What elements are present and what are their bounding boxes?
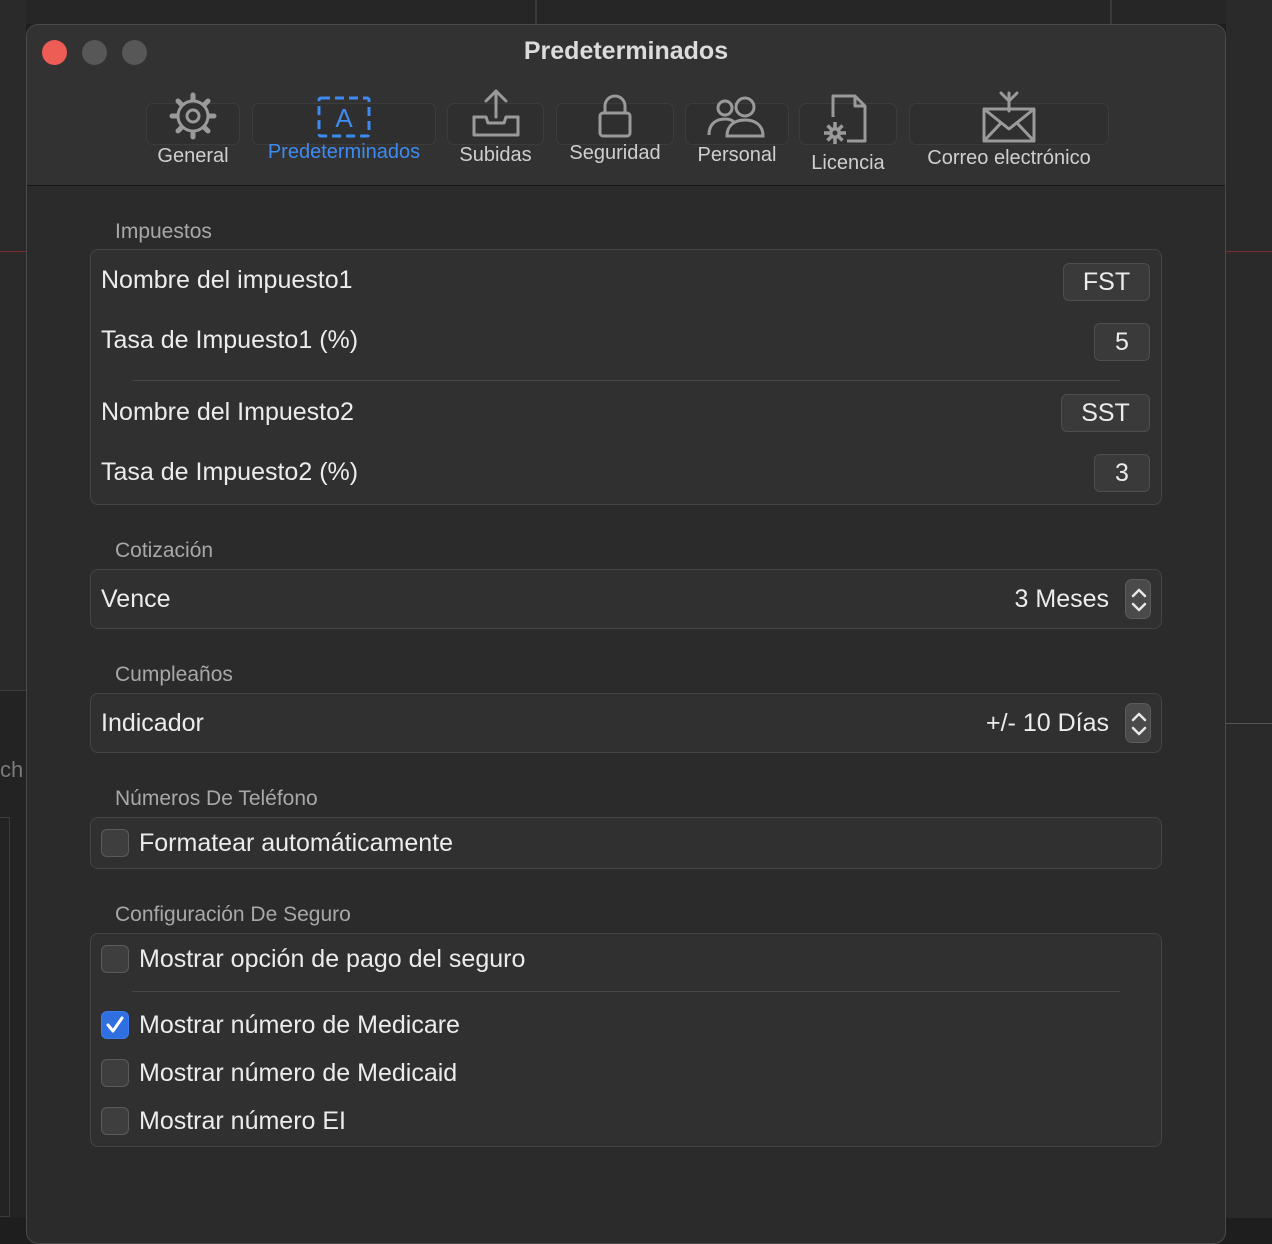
autoformat-checkbox[interactable] [101,829,129,857]
autoformat-label: Formatear automáticamente [139,829,454,857]
insurance-payment-label: Mostrar opción de pago del seguro [139,945,526,973]
background-window-fragment: ch [0,690,26,1218]
tab-label: Licencia [811,152,885,174]
insurance-payment-checkbox[interactable] [101,945,129,973]
background-divider [535,0,537,24]
section-title-quote: Cotización [115,539,214,562]
tax1-rate-field[interactable]: 5 [1094,323,1150,361]
background-guide-line [0,251,26,252]
medicare-checkbox[interactable] [101,1011,129,1039]
background-guide-line [1226,251,1272,252]
tab-label: Personal [697,144,777,166]
background-partial-text: ch [0,757,24,782]
section-title-birthdays: Cumpleaños [115,663,233,686]
tab-email[interactable]: Correo electrónico [909,25,1109,185]
background-top [0,0,1272,24]
upload-tray-icon [470,87,522,145]
tax2-name-label: Nombre del Impuesto2 [101,398,354,426]
section-title-taxes: Impuestos [115,220,212,243]
title-bar: Predeterminados General A Predeterminado… [27,25,1225,186]
chevron-down-icon [1131,602,1147,612]
lock-icon [597,93,633,145]
tab-label: Predeterminados [267,141,421,163]
chevron-up-icon [1131,588,1147,598]
expires-value: 3 Meses [1014,585,1109,613]
tab-general[interactable]: General [146,25,240,185]
envelope-icon [981,89,1037,149]
chevron-up-icon [1131,712,1147,722]
section-title-insurance: Configuración De Seguro [115,903,351,926]
tab-label: Subidas [459,144,532,166]
tax2-name-field[interactable]: SST [1061,394,1150,432]
indicator-label: Indicador [101,709,204,737]
ei-number-checkbox[interactable] [101,1107,129,1135]
expires-stepper[interactable] [1125,579,1151,619]
ei-number-label: Mostrar número EI [139,1107,347,1135]
preferences-window: Predeterminados General A Predeterminado… [26,24,1226,1244]
section-title-phones: Números De Teléfono [115,787,318,810]
tax1-rate-label: Tasa de Impuesto1 (%) [101,326,359,354]
background-line [1226,723,1272,724]
tax2-rate-label: Tasa de Impuesto2 (%) [101,458,359,486]
tab-license[interactable]: Licencia [799,25,897,185]
tab-label: Seguridad [569,142,661,164]
quote-group: Vence 3 Meses [90,569,1162,629]
document-gear-icon [823,93,873,151]
birthdays-group: Indicador +/- 10 Días [90,693,1162,753]
tax2-rate-field[interactable]: 3 [1094,454,1150,492]
checkmark-icon [106,1016,124,1033]
phones-group: Formatear automáticamente [90,817,1162,869]
chevron-down-icon [1131,726,1147,736]
taxes-group: Nombre del impuesto1 FST Tasa de Impuest… [90,249,1162,505]
expires-label: Vence [101,585,171,613]
gear-icon [168,91,218,147]
tax1-name-label: Nombre del impuesto1 [101,266,353,294]
indicator-stepper[interactable] [1125,703,1151,743]
medicaid-checkbox[interactable] [101,1059,129,1087]
group-divider [132,991,1120,992]
svg-text:A: A [335,103,353,133]
tab-defaults[interactable]: A Predeterminados [252,25,436,185]
indicator-value: +/- 10 Días [986,709,1109,737]
tab-personal[interactable]: Personal [685,25,789,185]
group-divider [132,380,1120,381]
tab-security[interactable]: Seguridad [556,25,674,185]
background-panel [0,817,10,1217]
tax1-name-field[interactable]: FST [1063,263,1150,301]
background-right [1226,0,1272,1218]
background-divider [1110,0,1112,24]
tab-uploads[interactable]: Subidas [447,25,544,185]
people-icon [705,95,769,145]
tab-label: Correo electrónico [927,147,1091,169]
text-box-icon: A [317,95,371,145]
tab-label: General [157,145,229,167]
medicare-label: Mostrar número de Medicare [139,1011,460,1039]
medicaid-label: Mostrar número de Medicaid [139,1059,458,1087]
insurance-group: Mostrar opción de pago del seguro Mostra… [90,933,1162,1147]
